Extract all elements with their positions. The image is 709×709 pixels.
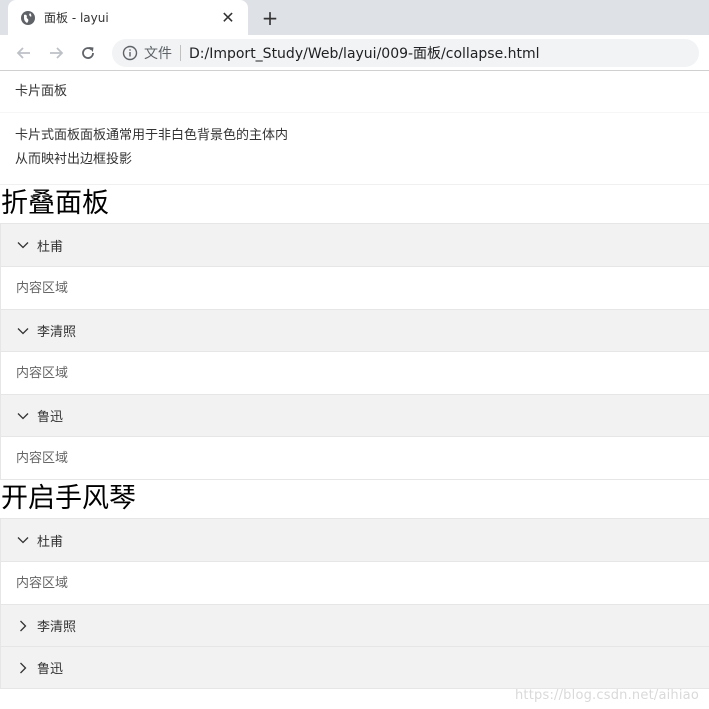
collapse-item: 杜甫内容区域 — [1, 224, 709, 309]
collapse-content: 内容区域 — [1, 266, 709, 309]
collapse-content: 内容区域 — [1, 351, 709, 394]
collapse-panel: 杜甫 内容区域 李清照 内容区域 鲁迅 内容区域 — [0, 223, 709, 480]
collapse-title-label: 杜甫 — [37, 239, 64, 255]
address-bar[interactable]: 文件 D:/Import_Study/Web/layui/009-面板/coll… — [112, 38, 699, 67]
chevron-down-icon — [16, 324, 30, 338]
url-text[interactable]: D:/Import_Study/Web/layui/009-面板/collaps… — [189, 43, 540, 63]
chevron-right-icon — [16, 661, 30, 675]
card-body-line: 从而映衬出边框投影 — [15, 152, 133, 167]
card-body: 卡片式面板面板通常用于非白色背景色的主体内 从而映衬出边框投影 — [0, 113, 709, 184]
reload-button[interactable] — [74, 39, 102, 67]
reload-icon — [82, 46, 94, 59]
globe-icon — [20, 10, 36, 26]
collapse-item: 李清照 — [1, 604, 709, 646]
chevron-right-icon — [16, 619, 30, 633]
card-body-line: 卡片式面板面板通常用于非白色背景色的主体内 — [15, 128, 289, 143]
close-tab-icon[interactable]: ✕ — [218, 8, 238, 28]
omnibox-divider — [180, 44, 181, 61]
collapse-item: 鲁迅 — [1, 646, 709, 688]
collapse-item: 杜甫内容区域 — [1, 519, 709, 604]
forward-button[interactable] — [42, 39, 70, 67]
accordion-section-title: 开启手风琴 — [1, 483, 136, 514]
arrow-left-icon — [16, 46, 30, 59]
tab-title: 面板 - layui — [44, 11, 109, 25]
collapse-title-label: 李清照 — [37, 620, 77, 635]
info-icon[interactable] — [122, 45, 138, 61]
card-panel: 卡片面板 卡片式面板面板通常用于非白色背景色的主体内 从而映衬出边框投影 — [0, 71, 709, 185]
collapse-title[interactable]: 李清照 — [1, 604, 709, 646]
browser-tab[interactable]: 面板 - layui ✕ — [8, 0, 248, 35]
collapse-section-title: 折叠面板 — [1, 188, 109, 219]
new-tab-button[interactable]: + — [258, 6, 282, 30]
back-button[interactable] — [10, 39, 38, 67]
chevron-down-icon — [16, 533, 30, 547]
collapse-title[interactable]: 杜甫 — [1, 224, 709, 266]
collapse-content: 内容区域 — [1, 436, 709, 479]
collapse-title-label: 鲁迅 — [37, 662, 64, 677]
watermark: https://blog.csdn.net/aihiao — [514, 688, 699, 703]
tab-strip: 面板 - layui ✕ + — [0, 0, 709, 35]
collapse-title-label: 杜甫 — [37, 534, 64, 550]
collapse-title[interactable]: 杜甫 — [1, 519, 709, 561]
browser-toolbar: 文件 D:/Import_Study/Web/layui/009-面板/coll… — [0, 35, 709, 71]
collapse-item: 鲁迅内容区域 — [1, 394, 709, 479]
collapse-title-label: 李清照 — [37, 325, 77, 340]
chevron-down-icon — [16, 409, 30, 423]
collapse-item: 李清照内容区域 — [1, 309, 709, 394]
collapse-title[interactable]: 李清照 — [1, 309, 709, 351]
accordion-panel: 杜甫内容区域李清照鲁迅 — [0, 518, 709, 689]
chevron-down-icon — [16, 238, 30, 252]
arrow-right-icon — [50, 46, 64, 59]
page-content: 卡片面板 卡片式面板面板通常用于非白色背景色的主体内 从而映衬出边框投影 折叠面… — [0, 71, 709, 689]
collapse-content: 内容区域 — [1, 561, 709, 604]
collapse-title-label: 鲁迅 — [37, 410, 64, 425]
collapse-title[interactable]: 鲁迅 — [1, 394, 709, 436]
scheme-label: 文件 — [144, 45, 172, 62]
collapse-title[interactable]: 鲁迅 — [1, 646, 709, 688]
card-header: 卡片面板 — [0, 71, 709, 113]
